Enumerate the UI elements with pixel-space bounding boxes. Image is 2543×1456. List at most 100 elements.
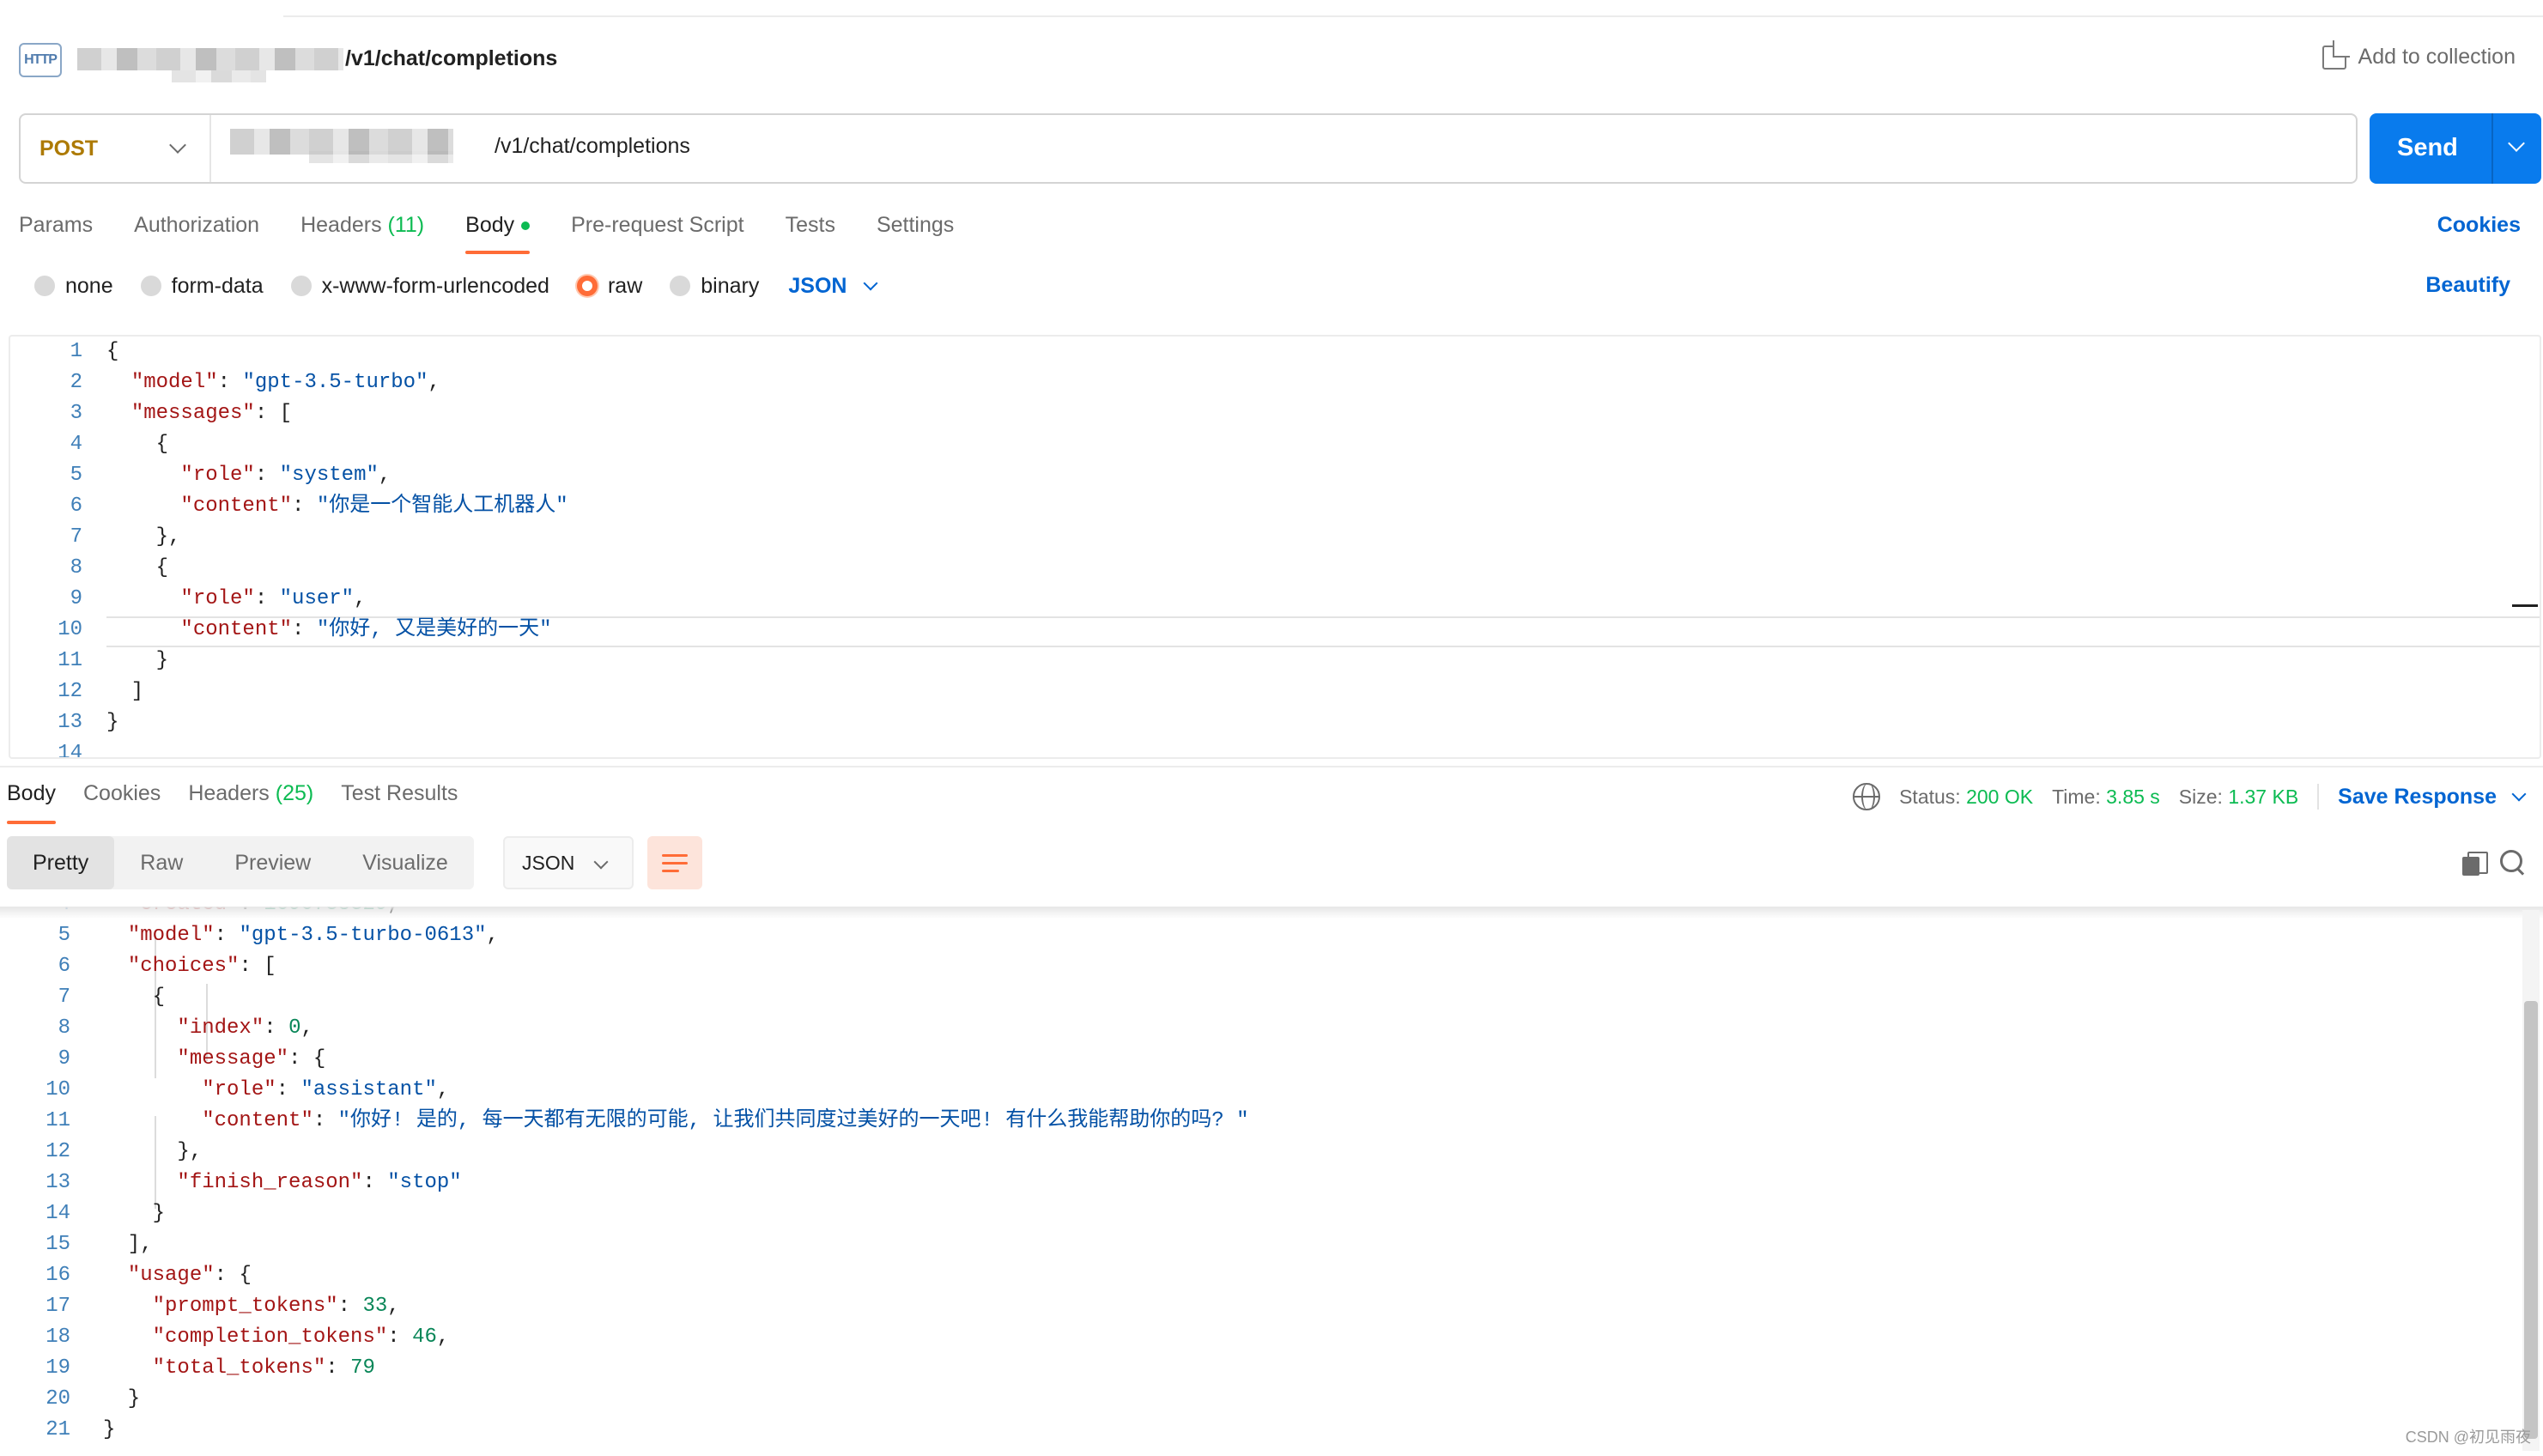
chevron-down-icon [169, 136, 186, 154]
tab-pre-request-script[interactable]: Pre-request Script [571, 211, 743, 254]
wrap-lines-button[interactable] [647, 836, 702, 889]
request-title[interactable]: /v1/chat/completions [345, 46, 557, 71]
radio-none[interactable]: none [34, 274, 113, 299]
response-format-select[interactable]: JSON [503, 836, 634, 889]
radio-circle [34, 276, 55, 296]
radio-urlencoded-label: x-www-form-urlencoded [321, 273, 549, 298]
redacted-url-fragment [309, 151, 453, 163]
response-line-number: 7 [58, 986, 70, 1009]
radio-raw-label: raw [607, 273, 643, 298]
response-status-bar: Status: 200 OK Time: 3.85 s Size: 1.37 K… [1853, 781, 2527, 812]
response-line-number: 17 [46, 1295, 70, 1318]
chevron-down-icon [593, 854, 609, 870]
raw-format-label: JSON [788, 273, 847, 298]
tab-body[interactable]: Body [465, 211, 531, 254]
response-code-line: }, [103, 1140, 203, 1163]
request-title-bar: HTTP /v1/chat/completions Add to collect… [0, 34, 2543, 86]
tab-authorization[interactable]: Authorization [134, 211, 259, 254]
add-to-collection-button[interactable]: Add to collection [2321, 39, 2516, 70]
size-value: 1.37 KB [2228, 785, 2299, 808]
response-code-line: "choices": [ [127, 955, 276, 978]
body-indicator-dot [521, 221, 531, 231]
resp-tab-body-label: Body [7, 781, 56, 805]
request-line-number: 8 [70, 556, 82, 579]
radio-binary-label: binary [701, 273, 760, 298]
view-pretty[interactable]: Pretty [7, 836, 115, 889]
view-visualize[interactable]: Visualize [337, 836, 474, 889]
http-icon: HTTP [19, 43, 62, 77]
resp-tab-body[interactable]: Body [7, 781, 56, 824]
resp-tab-cookies[interactable]: Cookies [83, 781, 161, 824]
status-info[interactable]: Status: 200 OK [1899, 786, 2033, 809]
cookies-link[interactable]: Cookies [2437, 213, 2521, 238]
radio-raw[interactable]: raw [576, 273, 643, 299]
response-body-code: "created": 1690738329, "model": "gpt-3.5… [103, 907, 1248, 1446]
radio-urlencoded[interactable]: x-www-form-urlencoded [290, 273, 549, 299]
tab-settings[interactable]: Settings [877, 211, 954, 254]
raw-format-select[interactable]: JSON [788, 273, 878, 299]
response-code-line: } [103, 1387, 141, 1410]
send-options-chevron-icon[interactable] [2508, 135, 2525, 152]
request-line-number: 2 [70, 371, 82, 394]
watermark: CSDN @初见雨夜 [2405, 1429, 2531, 1446]
radio-form-data[interactable]: form-data [140, 274, 264, 299]
save-response-button[interactable]: Save Response [2338, 784, 2527, 810]
response-code-line: "content": "你好! 是的, 每一天都有无限的可能, 让我们共同度过美… [202, 1109, 1249, 1132]
response-line-number: 10 [46, 1078, 70, 1101]
send-divider [2491, 113, 2493, 184]
response-body-viewer[interactable]: 456789101112131415161718192021 "created"… [0, 907, 2543, 1456]
url-bar[interactable]: POST /v1/chat/completions [19, 113, 2358, 184]
resp-tab-test-results[interactable]: Test Results [341, 781, 458, 824]
response-code-line: "usage": { [127, 1264, 252, 1287]
request-code-line: "role": "system", [180, 464, 391, 487]
beautify-button[interactable]: Beautify [2425, 273, 2510, 298]
request-code-line: } [106, 649, 169, 672]
request-line-number: 1 [70, 340, 82, 363]
tab-tests[interactable]: Tests [786, 211, 835, 254]
size-info[interactable]: Size: 1.37 KB [2179, 786, 2298, 809]
response-code-line: ], [103, 1233, 153, 1256]
response-line-number: 8 [58, 1016, 70, 1040]
request-line-number: 12 [58, 680, 82, 703]
response-line-number: 21 [46, 1418, 70, 1441]
request-code-line: } [106, 711, 119, 734]
tab-params-label: Params [19, 213, 94, 237]
request-body-code[interactable]: { "model": "gpt-3.5-turbo", "messages": … [106, 337, 568, 757]
tab-body-label: Body [465, 213, 515, 237]
save-response-label: Save Response [2338, 784, 2497, 809]
send-button[interactable]: Send [2370, 113, 2541, 184]
response-scrollbar-thumb[interactable] [2524, 1001, 2538, 1439]
response-view-toggle: Pretty Raw Preview Visualize [7, 836, 474, 889]
tab-headers[interactable]: Headers (11) [300, 211, 424, 254]
response-line-number: 15 [46, 1233, 70, 1256]
status-divider [2317, 784, 2320, 810]
response-divider [0, 766, 2543, 767]
radio-circle-selected [576, 276, 598, 296]
resp-tab-headers[interactable]: Headers (25) [188, 781, 313, 824]
collection-icon [2321, 39, 2350, 70]
response-line-number: 18 [46, 1326, 70, 1349]
time-info[interactable]: Time: 3.85 s [2052, 786, 2160, 809]
resp-tab-headers-label: Headers [188, 781, 270, 805]
tab-headers-label: Headers [300, 213, 382, 237]
top-divider [283, 0, 2543, 17]
status-value: 200 OK [1966, 785, 2034, 808]
request-body-editor[interactable]: 1 2 3 4 5 6 7 8 9 10 11 12 13 14 { "model": "gpt-3.5-… [9, 335, 2541, 759]
response-code-line: "prompt_tokens": 33, [152, 1295, 400, 1318]
wrap-icon-line [662, 869, 679, 872]
request-code-line: "role": "user", [180, 587, 367, 610]
add-to-collection-label: Add to collection [2358, 45, 2516, 69]
request-line-number: 3 [70, 402, 82, 425]
globe-icon[interactable] [1853, 783, 1881, 810]
time-label: Time: [2052, 785, 2101, 808]
view-raw[interactable]: Raw [114, 836, 209, 889]
tab-params[interactable]: Params [19, 211, 93, 254]
method-select[interactable]: POST [21, 115, 211, 182]
copy-icon[interactable] [2462, 852, 2488, 876]
radio-binary[interactable]: binary [670, 274, 759, 299]
response-line-number: 16 [46, 1264, 70, 1287]
url-input[interactable]: /v1/chat/completions [495, 134, 690, 159]
search-icon[interactable] [2500, 850, 2526, 876]
response-code-line: "total_tokens": 79 [152, 1356, 375, 1380]
view-preview[interactable]: Preview [209, 836, 337, 889]
